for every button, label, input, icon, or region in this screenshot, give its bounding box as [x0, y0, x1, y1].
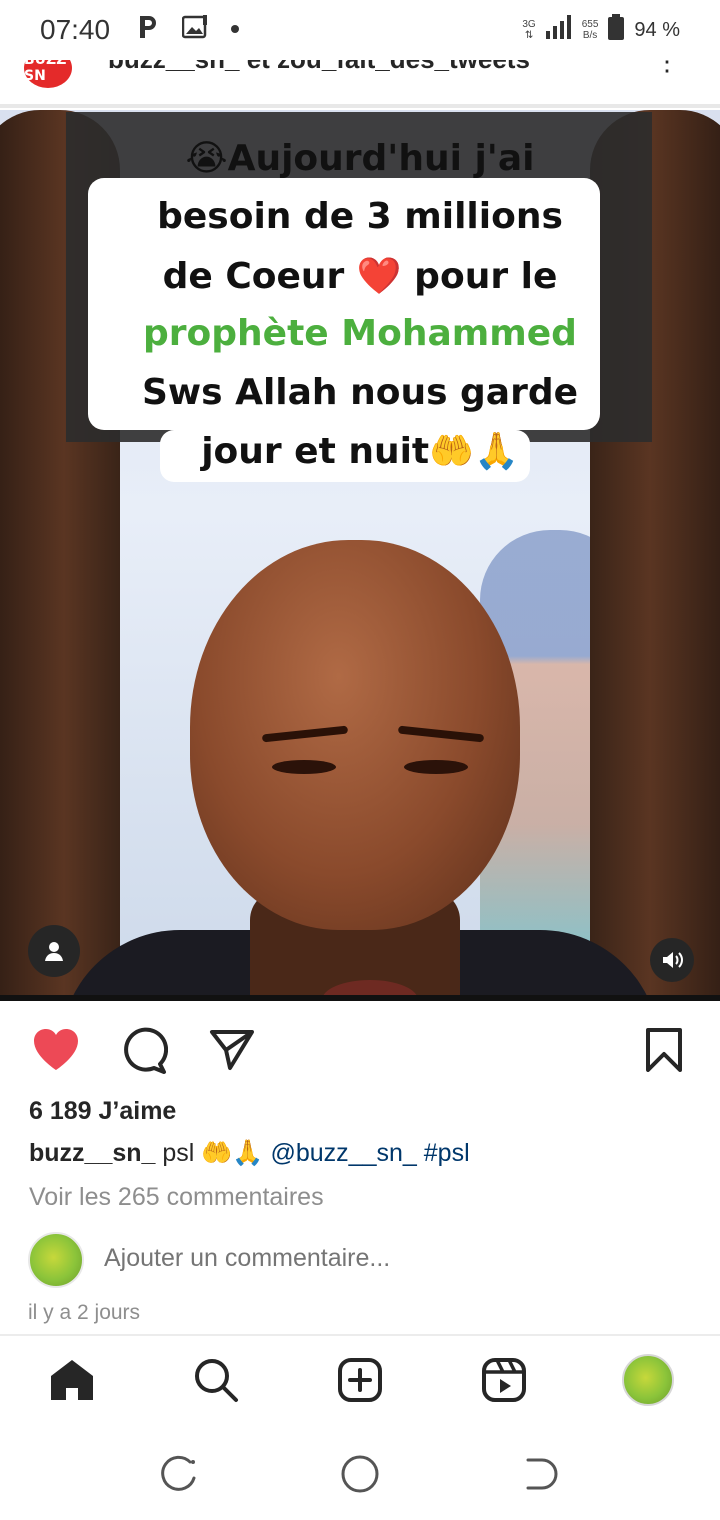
- caption-mention[interactable]: @buzz__sn_: [271, 1139, 417, 1167]
- signal-icon: [545, 15, 572, 45]
- new-post-icon[interactable]: [334, 1354, 386, 1406]
- status-time: 07:40: [40, 14, 111, 45]
- caption-line-5: Sws Allah nous garde: [141, 372, 579, 413]
- heart-filled-icon[interactable]: [30, 1024, 82, 1076]
- reels-icon[interactable]: [478, 1354, 530, 1406]
- net-speed: 655 B/s: [581, 19, 599, 41]
- image-bottom-border: [0, 995, 720, 1001]
- caption-text: psl 🤲🙏: [155, 1139, 271, 1167]
- battery-level: 94 %: [634, 18, 680, 41]
- post-caption: buzz__sn_ psl 🤲🙏 @buzz__sn_ #psl: [29, 1139, 470, 1168]
- view-comments-link[interactable]: Voir les 265 commentaires: [29, 1183, 324, 1212]
- caption-line-2: besoin de 3 millions: [157, 196, 563, 237]
- caption-username[interactable]: buzz__sn_: [29, 1139, 155, 1167]
- send-icon[interactable]: [206, 1024, 258, 1076]
- comment-icon[interactable]: [118, 1024, 170, 1076]
- dot-icon: [230, 21, 240, 39]
- post-image[interactable]: 😭Aujourd'hui j'ai besoin de 3 millions d…: [0, 110, 720, 1000]
- add-comment-row: [28, 1232, 692, 1288]
- caption-line-6: jour et nuit🤲🙏: [201, 431, 519, 472]
- home-circle-icon[interactable]: [338, 1452, 382, 1496]
- profile-avatar-image: [622, 1354, 674, 1406]
- caption-line-3: de Coeur ❤️ pour le: [162, 256, 558, 297]
- parking-icon: [136, 14, 160, 45]
- post-actions: [0, 1024, 720, 1076]
- likes-count[interactable]: 6 189 J’aime: [29, 1097, 176, 1126]
- status-bar: 07:40 3G ⇅ 655 B/s 94 %: [0, 0, 720, 60]
- bottom-nav: [0, 1336, 720, 1426]
- back-icon[interactable]: [518, 1452, 562, 1496]
- post-timestamp: il y a 2 jours: [28, 1301, 141, 1324]
- battery-icon: [608, 14, 625, 46]
- status-right: 3G ⇅ 655 B/s 94 %: [522, 14, 680, 46]
- home-icon[interactable]: [46, 1354, 98, 1406]
- my-avatar: [28, 1232, 84, 1288]
- left-eye: [272, 760, 336, 774]
- network-type: 3G ⇅: [522, 19, 536, 41]
- search-icon[interactable]: [190, 1354, 242, 1406]
- recents-icon[interactable]: [158, 1452, 202, 1496]
- right-eye: [404, 760, 468, 774]
- bookmark-icon[interactable]: [638, 1024, 690, 1076]
- system-nav: [0, 1440, 720, 1520]
- caption-line-4: prophète Mohammed: [143, 313, 577, 354]
- header-divider: [0, 104, 720, 108]
- sound-on-icon[interactable]: [650, 938, 694, 982]
- status-left-icons: [136, 14, 240, 45]
- user-tag-icon[interactable]: [28, 925, 80, 977]
- caption-hashtag[interactable]: #psl: [424, 1139, 470, 1167]
- image-notification-icon: [181, 15, 208, 44]
- profile-avatar[interactable]: [622, 1354, 674, 1406]
- caption-line-1: 😭Aujourd'hui j'ai: [185, 138, 535, 179]
- comment-input[interactable]: [104, 1244, 664, 1273]
